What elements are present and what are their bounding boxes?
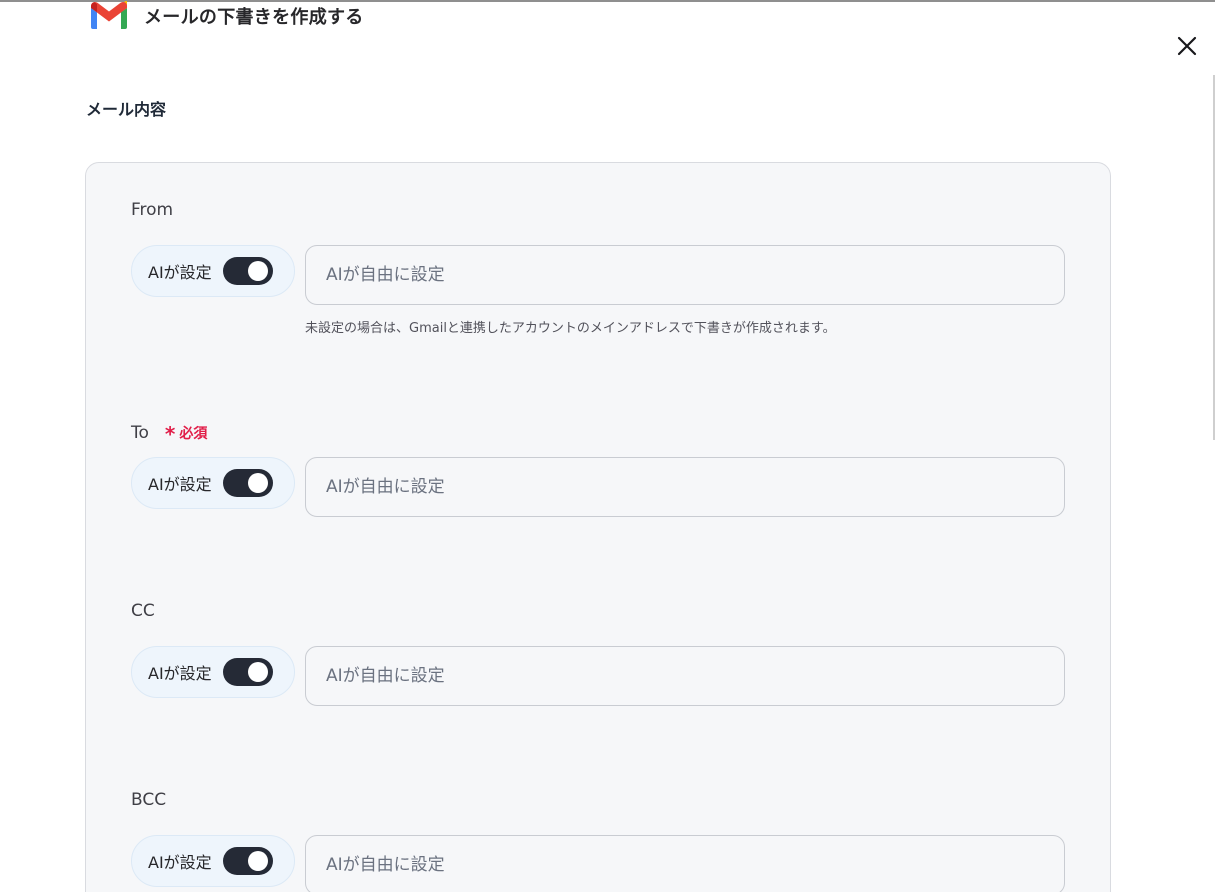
bcc-label: BCC <box>131 790 166 810</box>
ai-toggle-label: AIが設定 <box>148 263 212 282</box>
dialog-header: メールの下書きを作成する <box>88 0 364 32</box>
from-input[interactable] <box>305 245 1065 305</box>
toggle-knob <box>247 851 268 871</box>
required-badge: * 必須 <box>165 422 207 444</box>
toggle-knob <box>247 473 268 493</box>
gmail-icon <box>91 1 127 29</box>
toggle-switch[interactable] <box>222 469 273 497</box>
to-label: To * 必須 <box>131 422 207 444</box>
to-label-text: To <box>131 423 149 443</box>
to-ai-toggle[interactable]: AIが設定 <box>131 457 295 509</box>
close-button[interactable] <box>1173 32 1201 60</box>
toggle-knob <box>247 662 268 682</box>
ai-toggle-label: AIが設定 <box>148 664 212 683</box>
from-label: From <box>131 200 173 220</box>
to-input[interactable] <box>305 457 1065 517</box>
ai-toggle-label: AIが設定 <box>148 853 212 872</box>
mail-draft-dialog: メールの下書きを作成する メール内容 From AIが設定 未設定の場合は、Gm… <box>0 0 1215 892</box>
ai-toggle-label: AIが設定 <box>148 475 212 494</box>
close-icon <box>1177 36 1197 56</box>
section-title: メール内容 <box>86 100 167 119</box>
toggle-switch[interactable] <box>222 257 273 285</box>
toggle-switch[interactable] <box>222 847 273 875</box>
cc-label-text: CC <box>131 601 155 621</box>
required-asterisk: * <box>164 422 176 446</box>
from-ai-toggle[interactable]: AIが設定 <box>131 245 295 297</box>
bcc-label-text: BCC <box>131 790 167 810</box>
toggle-knob <box>247 261 268 281</box>
cc-input[interactable] <box>305 646 1065 706</box>
from-hint: 未設定の場合は、Gmailと連携したアカウントのメインアドレスで下書きが作成され… <box>305 321 836 336</box>
toggle-switch[interactable] <box>222 658 273 686</box>
dialog-title: メールの下書きを作成する <box>144 7 364 28</box>
cc-ai-toggle[interactable]: AIが設定 <box>131 646 295 698</box>
from-label-text: From <box>131 200 174 220</box>
bcc-ai-toggle[interactable]: AIが設定 <box>131 835 295 887</box>
cc-label: CC <box>131 601 155 621</box>
bcc-input[interactable] <box>305 835 1065 892</box>
required-label: 必須 <box>179 426 208 442</box>
